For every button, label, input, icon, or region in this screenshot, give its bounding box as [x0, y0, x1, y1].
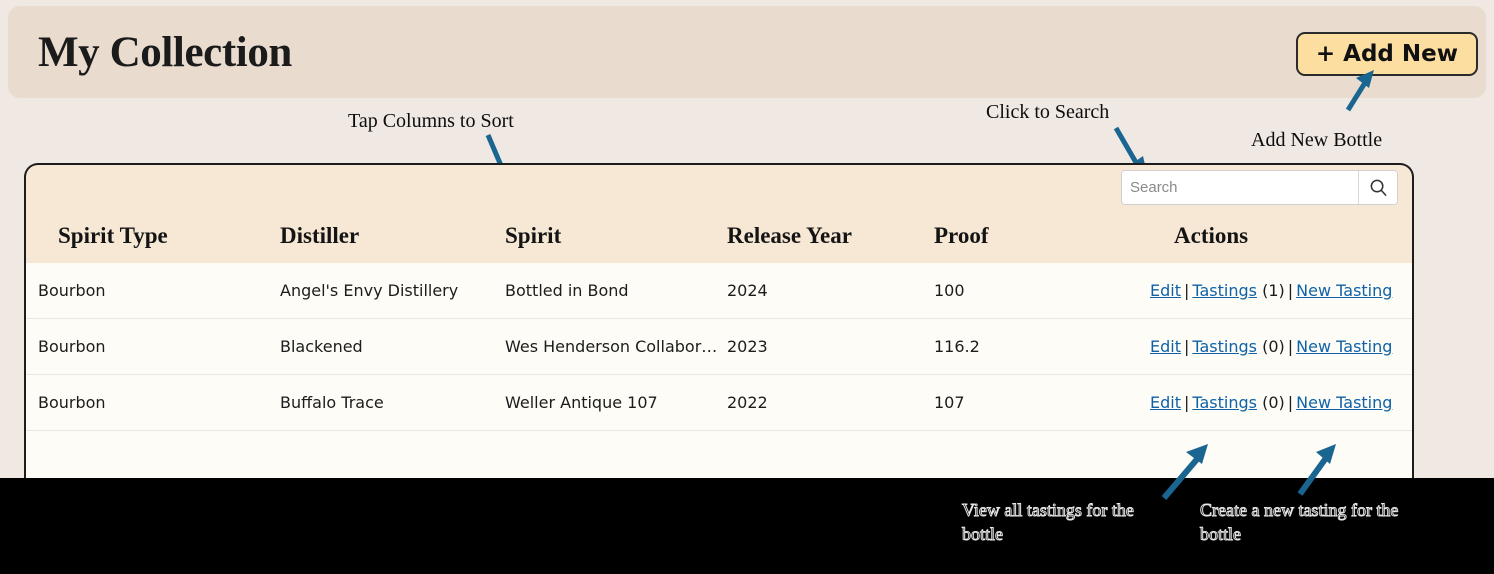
column-header-proof[interactable]: Proof [934, 211, 1150, 263]
arrow-to-new-tasting-icon [1297, 444, 1336, 496]
cell-proof: 107 [934, 374, 1150, 431]
column-header-distiller[interactable]: Distiller [280, 211, 505, 263]
action-separator: | [1287, 337, 1294, 356]
search-input[interactable] [1122, 171, 1358, 204]
cell-spirit: Weller Antique 107 [505, 374, 727, 431]
cell-actions: Edit | Tastings (0) | New Tasting [1150, 374, 1412, 431]
edit-link[interactable]: Edit [1150, 337, 1181, 356]
table-toolbar [26, 165, 1412, 211]
collection-table-card: Spirit Type Distiller Spirit Release Yea… [24, 163, 1414, 478]
search-bar[interactable] [1121, 170, 1398, 205]
cell-spirit: Wes Henderson Collabor… [505, 318, 727, 375]
search-button[interactable] [1358, 171, 1397, 204]
table-row[interactable]: Bourbon Blackened Wes Henderson Collabor… [26, 318, 1412, 375]
new-tasting-link[interactable]: New Tasting [1296, 281, 1392, 300]
cell-actions: Edit | Tastings (0) | New Tasting [1150, 318, 1412, 375]
column-header-spirit-type[interactable]: Spirit Type [26, 211, 280, 263]
cell-release-year: 2024 [727, 263, 934, 319]
collection-table: Spirit Type Distiller Spirit Release Yea… [26, 211, 1412, 478]
tastings-link[interactable]: Tastings [1192, 337, 1257, 356]
tastings-count: (1) [1262, 281, 1285, 300]
cell-spirit-type: Bourbon [26, 318, 280, 375]
column-header-spirit[interactable]: Spirit [505, 211, 727, 263]
annotation-create-new-tasting: Create a new tasting for the bottle [1200, 500, 1399, 545]
tastings-link[interactable]: Tastings [1192, 393, 1257, 412]
annotation-view-all-tastings: View all tastings for the bottle [962, 500, 1135, 545]
column-header-actions: Actions [1150, 211, 1412, 263]
tastings-count: (0) [1262, 393, 1285, 412]
cell-spirit: Bottled in Bond [505, 263, 727, 319]
tastings-count: (0) [1262, 337, 1285, 356]
edit-link[interactable]: Edit [1150, 393, 1181, 412]
new-tasting-link[interactable]: New Tasting [1296, 393, 1392, 412]
table-row[interactable]: Bourbon Buffalo Trace Weller Antique 107… [26, 374, 1412, 431]
action-separator: | [1183, 393, 1190, 412]
edit-link[interactable]: Edit [1150, 281, 1181, 300]
cell-proof: 100 [934, 263, 1150, 319]
action-separator: | [1287, 393, 1294, 412]
cell-release-year: 2022 [727, 374, 934, 431]
action-separator: | [1183, 281, 1190, 300]
page-header: My Collection + Add New [8, 6, 1486, 98]
action-separator: | [1287, 281, 1294, 300]
arrow-to-tastings-icon [1161, 444, 1208, 500]
table-header-row: Spirit Type Distiller Spirit Release Yea… [26, 211, 1412, 263]
cell-spirit-type: Bourbon [26, 263, 280, 319]
arrow-to-add-new-icon [1345, 70, 1374, 112]
new-tasting-link[interactable]: New Tasting [1296, 337, 1392, 356]
search-icon [1370, 179, 1387, 197]
cell-actions: Edit | Tastings (1) | New Tasting [1150, 263, 1412, 319]
cell-distiller: Buffalo Trace [280, 374, 505, 431]
table-row[interactable]: Bourbon Angel's Envy Distillery Bottled … [26, 263, 1412, 319]
cell-release-year: 2023 [727, 318, 934, 375]
annotation-click-to-search: Click to Search [986, 101, 1110, 123]
cell-distiller: Angel's Envy Distillery [280, 263, 505, 319]
action-separator: | [1183, 337, 1190, 356]
page-title: My Collection [38, 29, 292, 76]
column-header-release-year[interactable]: Release Year [727, 211, 934, 263]
table-head: Spirit Type Distiller Spirit Release Yea… [26, 211, 1412, 263]
cell-distiller: Blackened [280, 318, 505, 375]
tastings-link[interactable]: Tastings [1192, 281, 1257, 300]
annotation-add-new-bottle: Add New Bottle [1251, 129, 1383, 151]
app-surface: My Collection + Add New Tap Columns to S… [0, 0, 1494, 478]
cell-spirit-type: Bourbon [26, 374, 280, 431]
cell-proof: 116.2 [934, 318, 1150, 375]
